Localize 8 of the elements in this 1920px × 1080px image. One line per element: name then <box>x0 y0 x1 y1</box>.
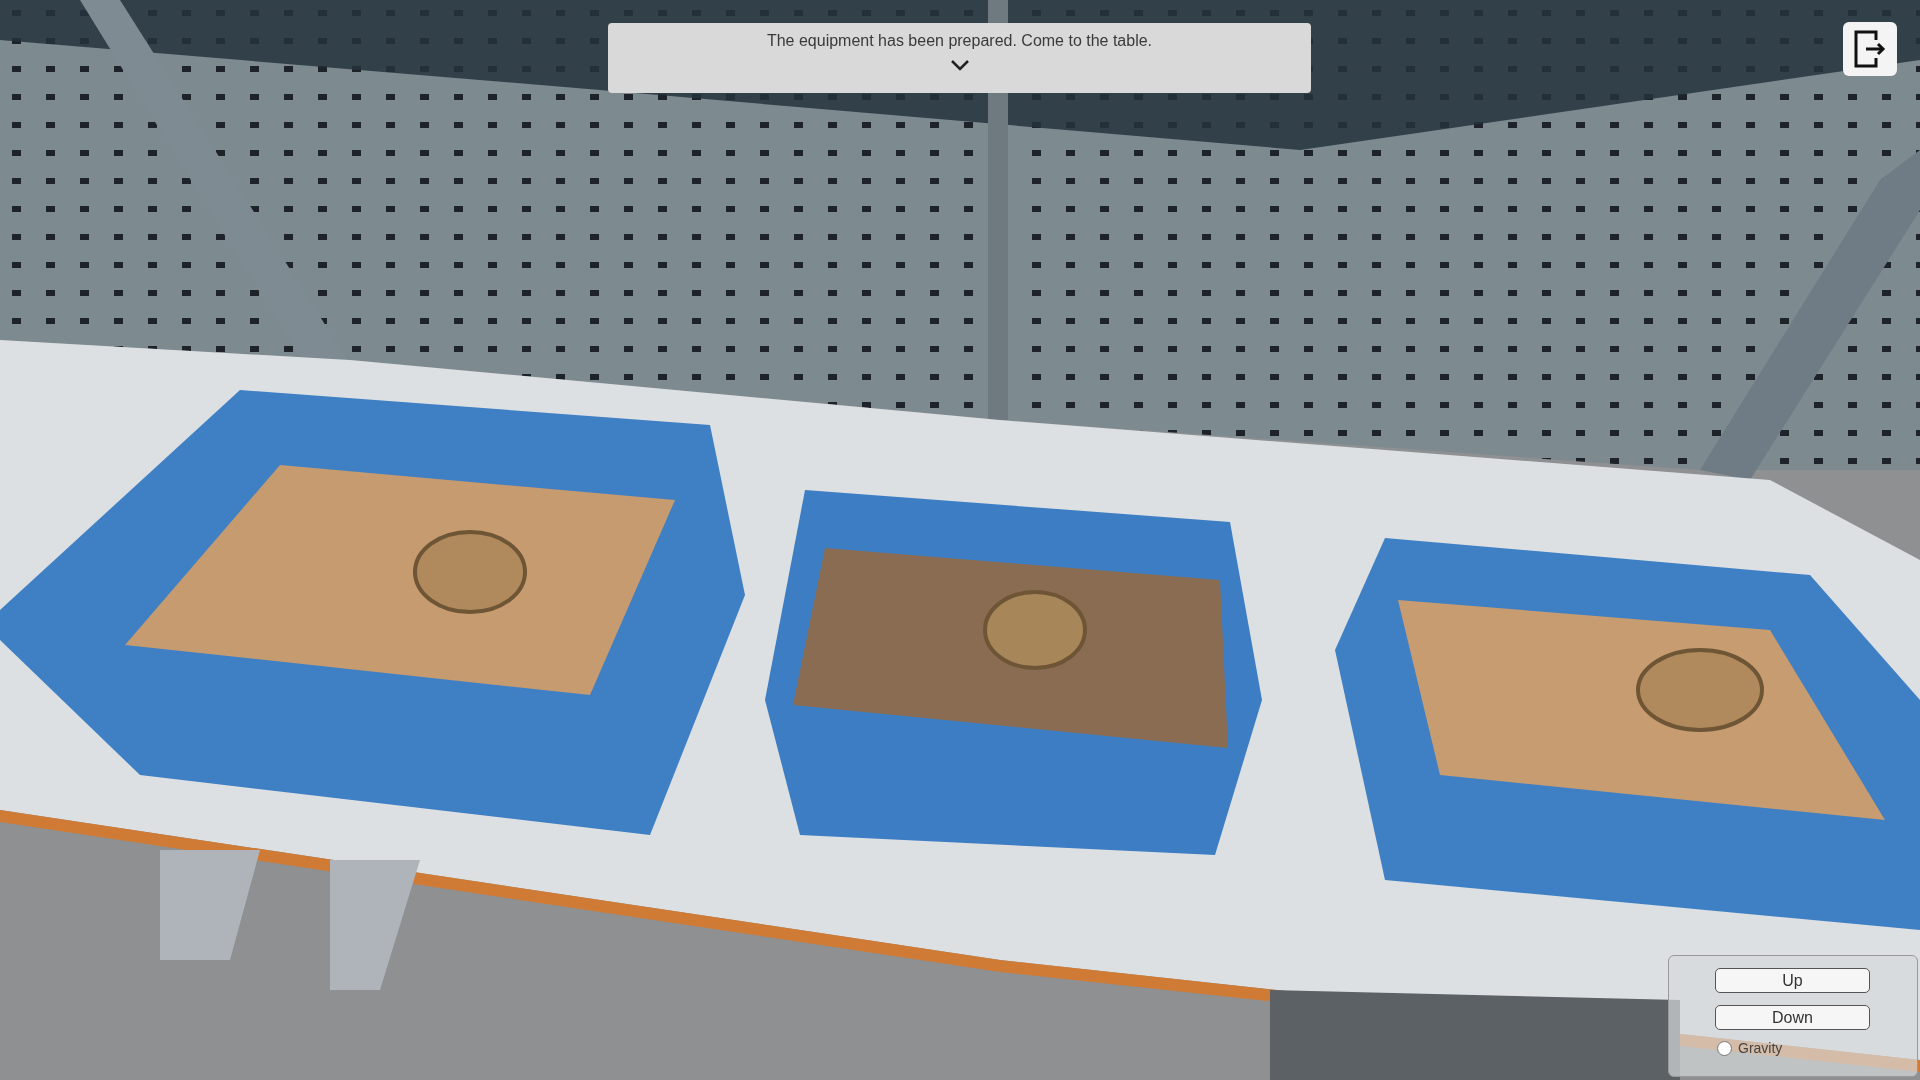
exit-icon <box>1854 30 1886 68</box>
gravity-radio[interactable] <box>1717 1041 1732 1056</box>
panel-button[interactable]: Up <box>1715 968 1870 993</box>
chevron-icon[interactable] <box>949 59 970 71</box>
panel-button[interactable]: Down <box>1715 1005 1870 1030</box>
gravity-label: Gravity <box>1738 1039 1783 1058</box>
exit-button[interactable] <box>1843 22 1897 76</box>
notice-message: The equipment has been prepared. Come to the table. <box>766 31 1153 51</box>
